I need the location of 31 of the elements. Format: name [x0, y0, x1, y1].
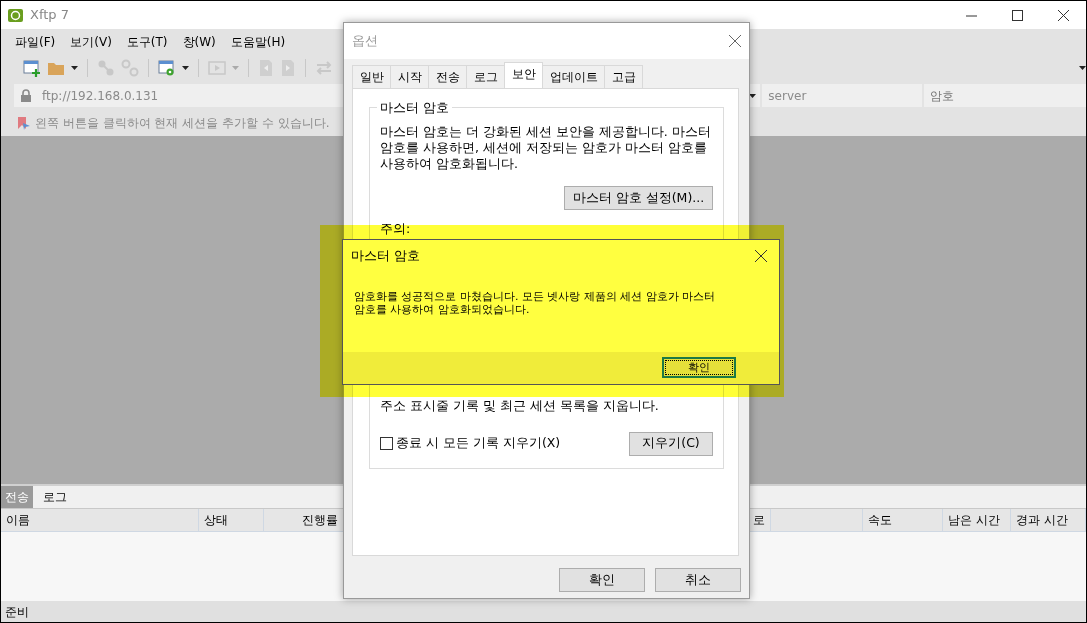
- cancel-button[interactable]: 취소: [655, 568, 741, 592]
- address-text: ftp://192.168.0.131: [42, 87, 159, 105]
- panel-tab[interactable]: 로그: [39, 486, 71, 508]
- menu-item[interactable]: 파일(F): [15, 32, 56, 51]
- checkbox-label[interactable]: 종료 시 모든 기록 지우기(X): [396, 434, 561, 453]
- menu-item[interactable]: 보기(V): [70, 32, 112, 51]
- dialog-tab[interactable]: 고급: [604, 65, 643, 88]
- column-header[interactable]: 이름: [1, 509, 199, 531]
- password-field[interactable]: 암호: [924, 84, 1086, 107]
- column-header[interactable]: 상태: [199, 509, 264, 531]
- description-text: 마스터 암호는 더 강화된 세션 보안을 제공합니다. 마스터 암호를 사용하면, 세션에 저장되는 암호가 마스터 암호를 사용하여 암호화됩니다.: [380, 124, 712, 172]
- ok-button[interactable]: 확인: [559, 568, 645, 592]
- column-header[interactable]: 남은 시간: [943, 509, 1011, 531]
- menu-item[interactable]: 창(W): [182, 32, 216, 51]
- status-text: 준비: [5, 603, 29, 621]
- set-password-button[interactable]: 마스터 암호 설정(M)...: [564, 186, 713, 210]
- column-header[interactable]: 속도: [863, 509, 943, 531]
- clear-button[interactable]: 지우기(C): [629, 431, 713, 456]
- dialog-tab[interactable]: 보안: [504, 62, 543, 88]
- menu-item[interactable]: 도구(T): [126, 32, 168, 51]
- column-header[interactable]: 경과 시간: [1011, 509, 1086, 531]
- dialog-title: 옵션: [352, 32, 378, 51]
- dialog-tab[interactable]: 일반: [352, 65, 391, 88]
- window-title: Xftp 7: [30, 6, 69, 25]
- ok-button[interactable]: 확인: [662, 357, 736, 379]
- hint-text: 왼쪽 버튼을 클릭하여 현재 세션을 추가할 수 있습니다.: [35, 114, 330, 132]
- notice-label: 주의:: [380, 220, 412, 238]
- message-text: 암호화를 성공적으로 마쳤습니다. 모든 넷사랑 제품의 세션 암호가 마스터 암호를 사용하여 암호화되었습니다.: [354, 289, 717, 316]
- clear-description: 주소 표시줄 기록 및 최근 세션 목록을 지웁니다.: [380, 396, 660, 415]
- menu-item[interactable]: 도움말(H): [230, 32, 286, 51]
- message-title: 마스터 암호: [351, 247, 421, 265]
